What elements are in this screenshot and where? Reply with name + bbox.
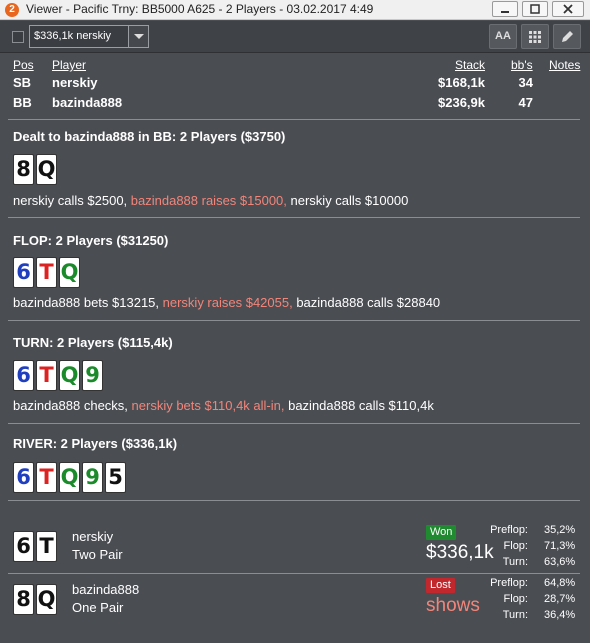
equity-value: 63,6% [544,556,576,568]
action-text-highlight: nerskiy bets $110,4k all-in, [131,398,289,413]
section-divider [8,217,580,218]
equity-value: 36,4% [544,609,576,621]
action-text: nerskiy calls $2500, [13,193,131,208]
font-size-button[interactable]: AA [489,24,517,49]
title-bar: 2 Viewer - Pacific Trny: BB5000 A625 - 2… [0,0,590,20]
close-icon [563,4,573,14]
card: Q [59,462,80,493]
maximize-button[interactable] [522,1,548,17]
player-pos: BB [13,95,32,110]
preflop-title: Dealt to bazinda888 in BB: 2 Players ($3… [13,129,286,144]
showdown-row[interactable]: 8 Q bazinda888 One Pair Lost shows Prefl… [8,574,582,626]
card: Q [36,154,57,185]
equity-label: Turn: [502,609,528,621]
toolbar: $336,1k nerskiy AA [0,21,590,53]
equity-value: 28,7% [544,593,576,605]
showdown-cards: 6 T [13,531,59,562]
equity-label: Preflop: [490,524,528,536]
flop-title: FLOP: 2 Players ($31250) [13,233,169,248]
action-text: nerskiy calls $10000 [290,193,409,208]
edit-button[interactable] [553,24,581,49]
section-divider [8,320,580,321]
card: T [36,462,57,493]
equity-label: Flop: [503,593,528,605]
flop-actions: bazinda888 bets $13215, nerskiy raises $… [13,295,440,310]
minimize-button[interactable] [492,1,518,17]
hole-cards: 8 Q [13,154,59,185]
chevron-down-icon[interactable] [128,26,148,47]
app-logo-icon: 2 [5,3,19,17]
grid-icon [529,31,541,43]
pencil-icon [562,31,573,42]
player-row[interactable]: BB bazinda888 $236,9k 47 [0,93,590,113]
minimize-icon [501,11,509,13]
showdown-row[interactable]: 6 T nerskiy Two Pair Won $336,1k Preflop… [8,521,582,573]
showdown-player: nerskiy [72,529,114,544]
player-bbs: 47 [518,95,533,110]
player-name: bazinda888 [52,95,123,110]
card: 6 [13,257,34,288]
player-bbs: 34 [518,75,533,90]
grid-button[interactable] [521,24,549,49]
col-header-notes[interactable]: Notes [549,58,580,72]
action-text: bazinda888 bets $13215, [13,295,163,310]
card: 6 [13,360,34,391]
flop-cards: 6 T Q [13,257,82,288]
window-title: Viewer - Pacific Trny: BB5000 A625 - 2 P… [26,2,374,16]
equity-label: Flop: [503,540,528,552]
card: 8 [13,154,34,185]
equity-label: Preflop: [490,577,528,589]
card: 9 [82,462,103,493]
preflop-actions: nerskiy calls $2500, bazinda888 raises $… [13,193,408,208]
col-header-stack[interactable]: Stack [455,58,485,72]
player-pos: SB [13,75,32,90]
result-badge: Won [426,525,457,540]
action-text: bazinda888 checks, [13,398,132,413]
action-text-highlight: nerskiy raises $42055, [162,295,297,310]
section-divider [8,423,580,424]
action-text-highlight: bazinda888 raises $15000, [130,193,291,208]
card: T [36,360,57,391]
section-divider [8,500,580,501]
turn-title: TURN: 2 Players ($115,4k) [13,335,173,350]
river-cards: 6 T Q 9 5 [13,462,128,493]
equity-value: 64,8% [544,577,576,589]
turn-actions: bazinda888 checks, nerskiy bets $110,4k … [13,398,434,413]
equity-label: Turn: [502,556,528,568]
maximize-icon [530,4,540,14]
card: Q [36,584,57,615]
player-stack: $168,1k [438,75,485,90]
card: 5 [105,462,126,493]
close-button[interactable] [552,1,584,17]
card: T [36,531,57,562]
turn-cards: 6 T Q 9 [13,360,105,391]
showdown-hand: Two Pair [72,547,123,562]
player-stack: $236,9k [438,95,485,110]
action-text: bazinda888 calls $110,4k [288,398,434,413]
showdown-cards: 8 Q [13,584,59,615]
col-header-player[interactable]: Player [52,58,86,72]
showdown-player: bazinda888 [72,582,140,597]
col-header-pos[interactable]: Pos [13,58,34,72]
card: 6 [13,531,34,562]
action-text: bazinda888 calls $28840 [296,295,441,310]
result-badge: Lost [426,578,455,593]
card: Q [59,360,80,391]
equity-value: 71,3% [544,540,576,552]
showdown-hand: One Pair [72,600,124,615]
section-divider [8,119,580,120]
card: 8 [13,584,34,615]
hand-select-dropdown[interactable]: $336,1k nerskiy [29,25,149,48]
card: Q [59,257,80,288]
equity-value: 35,2% [544,524,576,536]
card: 9 [82,360,103,391]
col-header-bbs[interactable]: bb's [511,58,533,72]
player-name: nerskiy [52,75,98,90]
hand-select-value: $336,1k nerskiy [34,30,112,42]
select-checkbox[interactable] [12,31,24,43]
card: 6 [13,462,34,493]
player-row[interactable]: SB nerskiy $168,1k 34 [0,73,590,93]
card: T [36,257,57,288]
river-title: RIVER: 2 Players ($336,1k) [13,436,178,451]
